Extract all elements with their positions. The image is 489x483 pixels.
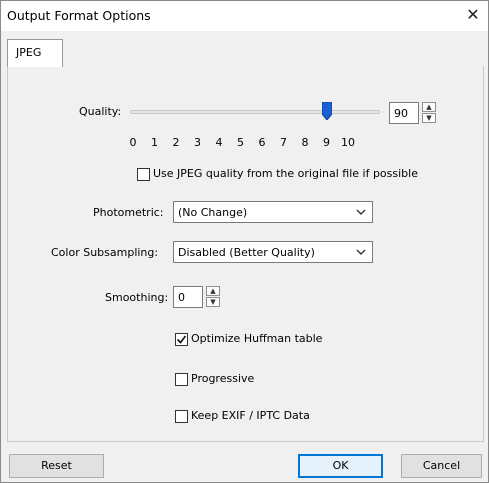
- photometric-value: (No Change): [178, 206, 248, 219]
- quality-label: Quality:: [79, 105, 122, 118]
- close-icon[interactable]: ✕: [462, 4, 484, 26]
- photometric-select[interactable]: (No Change): [173, 201, 373, 223]
- window-title: Output Format Options: [7, 8, 151, 23]
- quality-slider-track[interactable]: [130, 110, 380, 114]
- quality-tick-label: 6: [258, 136, 266, 149]
- smoothing-up-icon[interactable]: ▲: [206, 286, 220, 296]
- smoothing-spinner: ▲ ▼: [206, 286, 220, 308]
- progressive-label: Progressive: [191, 372, 255, 385]
- optimize-huffman-checkbox[interactable]: [175, 333, 188, 346]
- progressive-checkbox[interactable]: [175, 373, 188, 386]
- chevron-down-icon: [356, 249, 366, 255]
- tab-strip: JPEG: [5, 37, 484, 67]
- chevron-down-icon: [356, 209, 366, 215]
- smoothing-down-icon[interactable]: ▼: [206, 297, 220, 307]
- quality-value: 90: [394, 107, 408, 120]
- quality-tick-label: 8: [301, 136, 309, 149]
- quality-tick-label: 9: [323, 136, 330, 149]
- optimize-huffman-label: Optimize Huffman table: [191, 332, 323, 345]
- output-format-options-dialog: Output Format Options ✕ JPEG Quality: 90…: [0, 0, 489, 483]
- quality-tick-label: 4: [215, 136, 223, 149]
- checkmark-icon: [176, 335, 187, 344]
- keep-exif-label: Keep EXIF / IPTC Data: [191, 409, 310, 422]
- subsampling-label: Color Subsampling:: [51, 246, 159, 259]
- quality-down-icon[interactable]: ▼: [422, 113, 436, 123]
- cancel-button[interactable]: Cancel: [401, 454, 482, 478]
- quality-spinner: ▲ ▼: [422, 102, 436, 124]
- tab-jpeg[interactable]: JPEG: [7, 39, 63, 67]
- use-original-quality-label: Use JPEG quality from the original file …: [153, 167, 418, 180]
- title-bar: Output Format Options ✕: [1, 1, 488, 31]
- quality-tick-label: 0: [129, 136, 137, 149]
- quality-tick-label: 1: [151, 136, 158, 149]
- photometric-label: Photometric:: [93, 206, 164, 219]
- quality-tick-label: 3: [194, 136, 201, 149]
- smoothing-label: Smoothing:: [105, 291, 169, 304]
- quality-tick-label: 7: [280, 136, 287, 149]
- tab-jpeg-label: JPEG: [16, 46, 42, 59]
- subsampling-value: Disabled (Better Quality): [178, 246, 315, 259]
- smoothing-value: 0: [178, 291, 185, 304]
- quality-up-icon[interactable]: ▲: [422, 102, 436, 112]
- use-original-quality-checkbox[interactable]: [137, 168, 150, 181]
- quality-value-input[interactable]: 90: [389, 102, 419, 124]
- quality-slider-thumb[interactable]: [321, 102, 332, 120]
- smoothing-value-input[interactable]: 0: [173, 286, 203, 308]
- subsampling-select[interactable]: Disabled (Better Quality): [173, 241, 373, 263]
- reset-button[interactable]: Reset: [9, 454, 104, 478]
- ok-button[interactable]: OK: [298, 454, 383, 478]
- keep-exif-checkbox[interactable]: [175, 410, 188, 423]
- quality-tick-label: 10: [341, 136, 355, 149]
- quality-tick-label: 5: [237, 136, 244, 149]
- quality-tick-label: 2: [172, 136, 180, 149]
